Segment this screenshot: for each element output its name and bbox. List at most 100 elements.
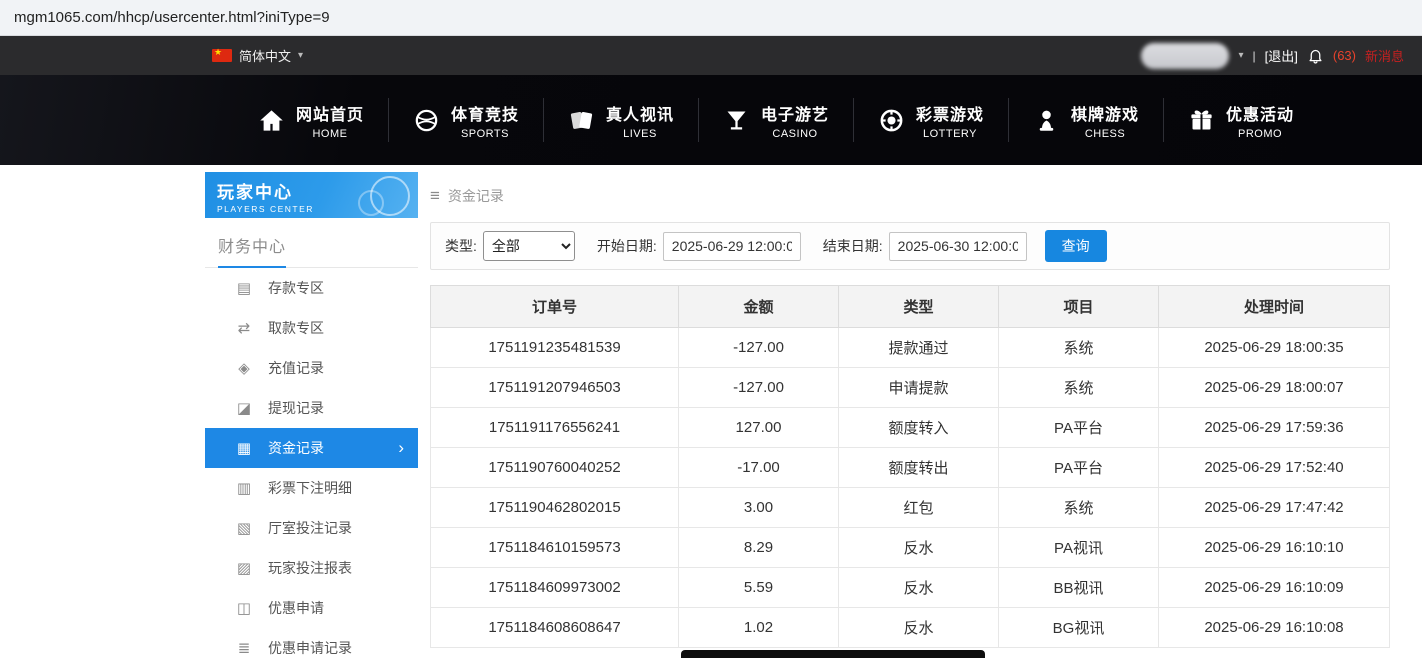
nav-item-title: 真人视讯: [606, 101, 674, 125]
sidebar-item-promo-apply-record[interactable]: ≣优惠申请记录: [205, 628, 418, 658]
sidebar-item-label: 优惠申请: [268, 598, 324, 618]
divider: |: [1253, 49, 1256, 63]
table-row: 17511904628020153.00红包系统2025-06-29 17:47…: [431, 488, 1390, 528]
table-cell: 3.00: [679, 488, 839, 528]
table-cell: 8.29: [679, 528, 839, 568]
bell-icon[interactable]: [1307, 47, 1324, 64]
table-row: 17511846099730025.59反水BB视讯2025-06-29 16:…: [431, 568, 1390, 608]
table-cell: 反水: [839, 528, 999, 568]
sidebar-item-promo-apply[interactable]: ◫ 优惠申请: [205, 588, 418, 628]
table-header-cell: 类型: [839, 286, 999, 328]
logout-link[interactable]: [退出]: [1265, 46, 1298, 65]
table-cell: 系统: [999, 488, 1159, 528]
browser-address-bar[interactable]: mgm1065.com/hhcp/usercenter.html?iniType…: [0, 0, 1422, 36]
new-messages-link[interactable]: 新消息: [1365, 46, 1404, 65]
end-date-input[interactable]: [889, 232, 1027, 261]
table-cell: PA视讯: [999, 528, 1159, 568]
topbar: ★ 简体中文 ▾ ▾ | [退出] (63) 新消息: [0, 36, 1422, 75]
table-cell: 5.59: [679, 568, 839, 608]
table-cell: 1751184609973002: [431, 568, 679, 608]
sidebar-item-withdraw-zone[interactable]: ⇄取款专区: [205, 308, 418, 348]
table-cell: 2025-06-29 16:10:08: [1159, 608, 1390, 648]
sidebar-item-withdraw-record[interactable]: ◪ 提现记录: [205, 388, 418, 428]
chevron-right-icon: ›: [398, 438, 404, 458]
nav-item-subtitle: PROMO: [1238, 128, 1282, 140]
cards-icon: [568, 107, 595, 134]
nav-item-chess[interactable]: 棋牌游戏CHESS: [1009, 101, 1163, 140]
china-flag-icon: ★: [212, 49, 232, 62]
table-header-cell: 项目: [999, 286, 1159, 328]
funds-record-icon: ▦: [235, 439, 253, 457]
table-row: 1751191176556241127.00额度转入PA平台2025-06-29…: [431, 408, 1390, 448]
type-select[interactable]: 全部: [483, 231, 575, 261]
table-cell: PA平台: [999, 448, 1159, 488]
table-cell: -127.00: [679, 328, 839, 368]
nav-item-subtitle: CHESS: [1085, 128, 1125, 140]
nav-item-title: 网站首页: [296, 101, 364, 125]
sidebar-item-label: 厅室投注记录: [268, 518, 352, 538]
player-bet-report-icon: ▨: [235, 559, 253, 577]
breadcrumb: ≡ 资金记录: [430, 186, 1390, 206]
table-header-cell: 处理时间: [1159, 286, 1390, 328]
topbar-user-area: ▾ | [退出] (63) 新消息: [1141, 43, 1404, 69]
table-header-row: 订单号金额类型项目处理时间: [431, 286, 1390, 328]
nav-item-sports[interactable]: 体育竞技 SPORTS: [389, 101, 543, 140]
table-row: 1751190760040252-17.00额度转出PA平台2025-06-29…: [431, 448, 1390, 488]
sidebar-item-recharge-record[interactable]: ◈充值记录: [205, 348, 418, 388]
table-cell: 反水: [839, 608, 999, 648]
sidebar-title: 玩家中心: [217, 178, 406, 203]
nav-item-home[interactable]: 网站首页HOME: [234, 101, 388, 140]
cocktail-icon: [723, 107, 750, 134]
start-date-label: 开始日期:: [597, 236, 657, 256]
recharge-record-icon: ◈: [235, 359, 253, 377]
table-row: 1751191207946503-127.00申请提款系统2025-06-29 …: [431, 368, 1390, 408]
chevron-down-icon: ▾: [298, 50, 303, 61]
sidebar-item-funds-record[interactable]: ▦资金记录›: [205, 428, 418, 468]
nav-item-title: 体育竞技: [451, 101, 519, 125]
message-count[interactable]: (63): [1333, 48, 1356, 63]
table-header-cell: 订单号: [431, 286, 679, 328]
nav-item-subtitle: SPORTS: [461, 128, 509, 140]
nav-item-subtitle: LOTTERY: [923, 128, 977, 140]
table-cell: 2025-06-29 18:00:35: [1159, 328, 1390, 368]
table-cell: 2025-06-29 16:10:10: [1159, 528, 1390, 568]
table-cell: 1751191207946503: [431, 368, 679, 408]
nav-item-lives[interactable]: 真人视讯LIVES: [544, 101, 698, 140]
table-cell: 1751190760040252: [431, 448, 679, 488]
lottery-chip-icon: [878, 107, 905, 134]
sidebar: 玩家中心 PLAYERS CENTER 财务中心 ▤存款专区⇄取款专区◈充值记录…: [205, 172, 418, 658]
breadcrumb-label: 资金记录: [448, 186, 504, 206]
room-bet-record-icon: ▧: [235, 519, 253, 537]
sidebar-item-player-bet-report[interactable]: ▨玩家投注报表: [205, 548, 418, 588]
sidebar-subtitle: PLAYERS CENTER: [217, 204, 406, 214]
sidebar-item-label: 彩票下注明细: [268, 478, 352, 498]
nav-item-promo[interactable]: 优惠活动 PROMO: [1164, 101, 1318, 140]
home-icon: [258, 107, 285, 134]
menu-icon: ≡: [430, 186, 440, 206]
table-row: 17511846101595738.29反水PA视讯2025-06-29 16:…: [431, 528, 1390, 568]
table-cell: -17.00: [679, 448, 839, 488]
table-cell: 2025-06-29 17:52:40: [1159, 448, 1390, 488]
withdraw-record-icon: ◪: [235, 399, 253, 417]
sidebar-item-label: 提现记录: [268, 398, 324, 418]
table-cell: 127.00: [679, 408, 839, 448]
table-cell: 额度转入: [839, 408, 999, 448]
filter-bar: 类型: 全部 开始日期: 结束日期: 查询: [430, 222, 1390, 270]
nav-item-casino[interactable]: 电子游艺CASINO: [699, 101, 853, 140]
table-cell: 系统: [999, 368, 1159, 408]
table-cell: 系统: [999, 328, 1159, 368]
sidebar-item-lottery-bet-detail[interactable]: ▥彩票下注明细: [205, 468, 418, 508]
language-selector[interactable]: ★ 简体中文 ▾: [212, 46, 303, 65]
search-button[interactable]: 查询: [1045, 230, 1107, 262]
bottom-strip: [681, 650, 985, 658]
table-cell: BB视讯: [999, 568, 1159, 608]
user-chevron-down-icon[interactable]: ▾: [1238, 50, 1243, 61]
nav-item-lottery[interactable]: 彩票游戏LOTTERY: [854, 101, 1008, 140]
page: mgm1065.com/hhcp/usercenter.html?iniType…: [0, 0, 1422, 658]
nav-item-title: 优惠活动: [1226, 101, 1294, 125]
sidebar-item-deposit-zone[interactable]: ▤存款专区: [205, 268, 418, 308]
table-row: 1751191235481539-127.00提款通过系统2025-06-29 …: [431, 328, 1390, 368]
start-date-input[interactable]: [663, 232, 801, 261]
sidebar-item-room-bet-record[interactable]: ▧ 厅室投注记录: [205, 508, 418, 548]
promo-apply-icon: ◫: [235, 599, 253, 617]
